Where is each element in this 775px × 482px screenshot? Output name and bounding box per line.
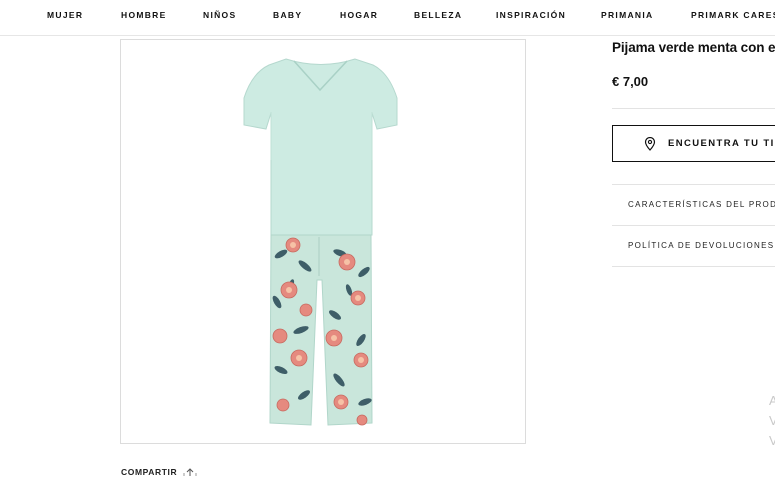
nav-item-baby[interactable]: BABY [273,10,302,20]
clipped-side-text: V [769,413,775,428]
nav-item-primark-cares[interactable]: PRIMARK CARES [691,10,775,20]
pajama-illustration [243,58,398,426]
nav-item-belleza[interactable]: BELLEZA [414,10,462,20]
nav-item-ninos[interactable]: NIÑOS [203,10,236,20]
nav-item-hombre[interactable]: HOMBRE [121,10,167,20]
nav-item-mujer[interactable]: MUJER [47,10,83,20]
find-store-button[interactable]: ENCUENTRA TU TIEN [612,125,775,162]
accordion-return-policy[interactable]: POLÍTICA DE DEVOLUCIONES. [628,241,775,250]
nav-item-hogar[interactable]: HOGAR [340,10,378,20]
nav-item-primania[interactable]: PRIMANIA [601,10,653,20]
top-navigation: MUJER HOMBRE NIÑOS BABY HOGAR BELLEZA IN… [0,0,775,36]
product-image[interactable] [120,39,526,444]
accordion-product-features[interactable]: CARACTERÍSTICAS DEL PRODUC [628,200,775,209]
nav-item-inspiracion[interactable]: INSPIRACIÓN [496,10,566,20]
divider [612,184,775,185]
product-title: Pijama verde menta con es [612,40,775,55]
share-icon[interactable] [183,464,197,482]
divider [612,266,775,267]
product-price: € 7,00 [612,74,649,89]
find-store-label: ENCUENTRA TU TIEN [668,138,775,149]
divider [612,225,775,226]
divider [612,108,775,109]
share-label: COMPARTIR [121,467,178,477]
clipped-side-text: A [769,393,775,408]
location-pin-icon [644,136,656,156]
clipped-side-text: V [769,433,775,448]
